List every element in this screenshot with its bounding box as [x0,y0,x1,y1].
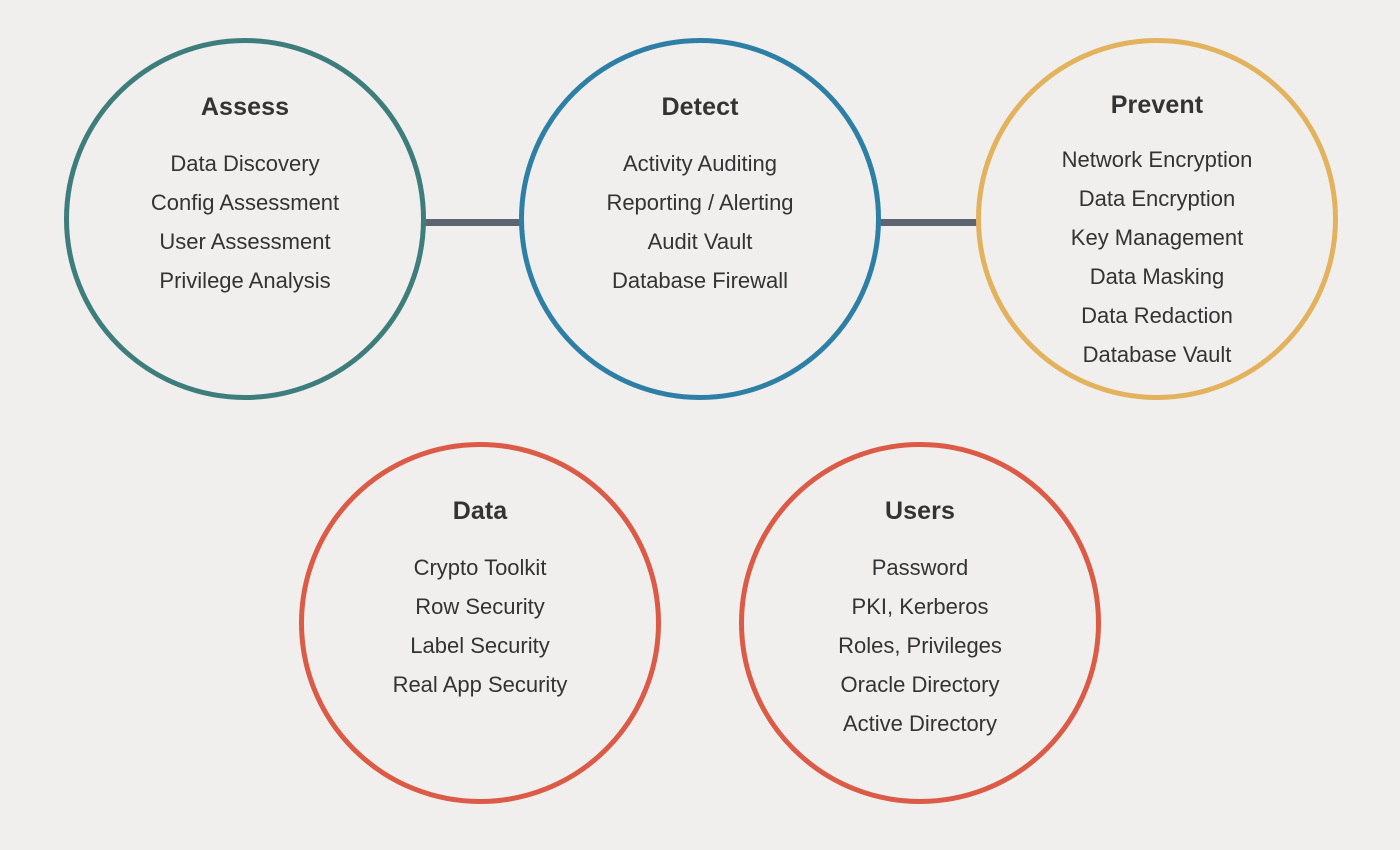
node-prevent[interactable]: Prevent Network Encryption Data Encrypti… [976,38,1338,400]
node-prevent-item: Data Masking [1089,264,1225,289]
node-prevent-item: Data Encryption [1078,186,1236,211]
node-users-item: PKI, Kerberos [851,594,989,619]
node-detect[interactable]: Detect Activity Auditing Reporting / Ale… [519,38,881,400]
node-prevent-item: Network Encryption [1061,147,1253,172]
node-prevent-item: Data Redaction [1081,303,1233,328]
node-users-item: Roles, Privileges [838,633,1002,658]
node-data[interactable]: Data Crypto Toolkit Row Security Label S… [299,442,661,804]
node-users-item: Oracle Directory [840,672,1000,697]
node-data-items: Crypto Toolkit Row Security Label Securi… [304,548,656,704]
node-detect-title: Detect [661,93,739,121]
node-prevent-items: Network Encryption Data Encryption Key M… [981,140,1333,374]
node-prevent-item: Database Vault [1082,342,1232,367]
connector-detect-prevent [878,219,977,226]
node-data-item: Crypto Toolkit [413,555,547,580]
node-assess-item: User Assessment [159,229,331,254]
node-users-item: Password [871,555,969,580]
node-users-item: Active Directory [842,711,998,736]
node-prevent-item: Key Management [1070,225,1244,250]
node-assess-item: Data Discovery [170,151,320,176]
node-data-item: Label Security [410,633,550,658]
node-detect-item: Reporting / Alerting [606,190,794,215]
connector-assess-detect [424,219,523,226]
node-users-items: Password PKI, Kerberos Roles, Privileges… [744,548,1096,743]
node-assess-item: Config Assessment [150,190,340,215]
node-detect-item: Database Firewall [611,268,789,293]
node-assess-items: Data Discovery Config Assessment User As… [69,144,421,300]
node-assess-item: Privilege Analysis [159,268,331,293]
node-detect-items: Activity Auditing Reporting / Alerting A… [524,144,876,300]
node-detect-item: Activity Auditing [622,151,778,176]
node-data-item: Row Security [415,594,545,619]
diagram-canvas: Assess Data Discovery Config Assessment … [0,0,1400,850]
node-users-title: Users [885,497,955,525]
node-data-item: Real App Security [392,672,568,697]
node-data-title: Data [452,497,508,525]
node-prevent-title: Prevent [1110,91,1204,119]
node-users[interactable]: Users Password PKI, Kerberos Roles, Priv… [739,442,1101,804]
node-assess[interactable]: Assess Data Discovery Config Assessment … [64,38,426,400]
node-detect-item: Audit Vault [647,229,753,254]
node-assess-title: Assess [200,93,290,121]
